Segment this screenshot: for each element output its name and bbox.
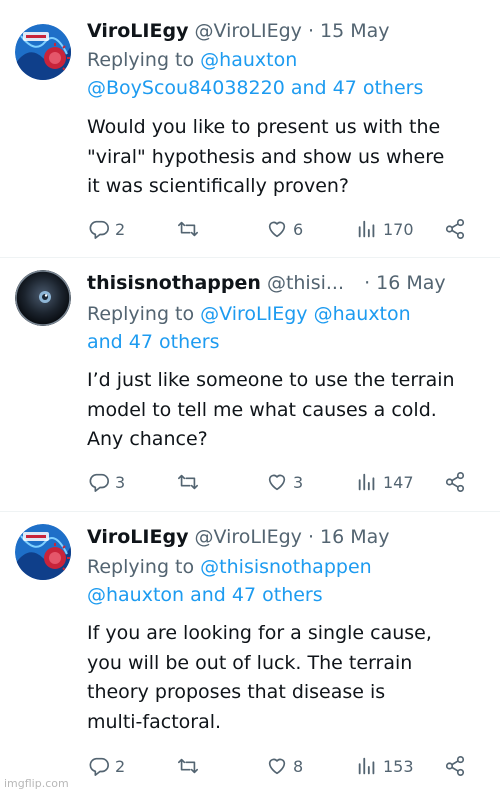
reply-icon [89, 757, 109, 776]
tweet-text-line: Would you like to present us with the [87, 116, 441, 138]
tweet-text-line: it was scientifically proven? [87, 175, 350, 197]
like-button[interactable]: 3 [266, 469, 303, 495]
share-button[interactable] [444, 753, 466, 779]
replying-prefix: Replying to [87, 556, 195, 578]
avatar-thisisnothappen[interactable] [15, 270, 71, 326]
tweet-text-line: theory proposes that disease is [87, 681, 386, 703]
reply-count: 2 [115, 756, 126, 776]
tweet-text-line: I’d just like someone to use the terrain [87, 369, 455, 391]
replying-to: Replying to @ViroLIEgy @hauxton and 47 o… [87, 300, 482, 356]
retweet-button[interactable] [176, 753, 205, 779]
tweet-date[interactable]: 15 May [320, 20, 390, 42]
views-count: 147 [383, 472, 414, 492]
share-button[interactable] [444, 216, 466, 242]
tweet-header: ViroLIEgy @ViroLIEgy · 16 May [87, 524, 390, 550]
views-count: 153 [383, 756, 414, 776]
author-handle[interactable]: @ViroLIEgy [195, 20, 302, 42]
tweet-text-line: Any chance? [87, 428, 208, 450]
separator: · [364, 272, 371, 294]
reply-count: 2 [115, 219, 126, 239]
tweet-text-line: If you are looking for a single cause, [87, 622, 432, 644]
like-count: 3 [293, 472, 304, 492]
tweet-text: I’d just like someone to use the terrain… [87, 366, 487, 455]
tweet-text: Would you like to present us with the "v… [87, 113, 487, 202]
mention-link[interactable]: @BoyScou84038220 and 47 others [87, 74, 482, 102]
share-icon [445, 472, 465, 492]
tweet-1[interactable]: ViroLIEgy @ViroLIEgy · 15 May Replying t… [0, 0, 500, 257]
author-name[interactable]: thisisnothappen [87, 272, 261, 294]
retweet-icon [178, 758, 198, 774]
author-handle[interactable]: @ViroLIEgy [195, 526, 302, 548]
tweet-text-line: you will be out of luck. The terrain [87, 651, 413, 674]
separator: · [307, 526, 314, 548]
tweet-header: ViroLIEgy @ViroLIEgy · 15 May [87, 18, 390, 44]
avatar-virolieagy[interactable] [15, 524, 71, 580]
separator: · [307, 20, 314, 42]
tweet-text-line: multi-factoral. [87, 710, 222, 733]
share-icon [445, 756, 465, 776]
imgflip-watermark: imgflip.com [4, 777, 69, 790]
tweet-date[interactable]: 16 May [376, 272, 446, 294]
like-icon [268, 474, 286, 491]
action-bar: 2 6 170 [88, 216, 473, 242]
action-bar: 2 8 153 [88, 753, 473, 779]
mention-link[interactable]: @hauxton [200, 49, 297, 71]
replying-prefix: Replying to [87, 303, 195, 325]
like-count: 6 [293, 219, 304, 239]
replying-to: Replying to @hauxton @BoyScou84038220 an… [87, 46, 482, 102]
action-bar: 3 3 147 [88, 469, 473, 495]
mention-link[interactable]: @thisisnothappen [200, 556, 372, 578]
views-count: 170 [383, 219, 414, 239]
like-icon [268, 221, 286, 238]
replying-prefix: Replying to [87, 49, 195, 71]
share-button[interactable] [444, 469, 466, 495]
author-name[interactable]: ViroLIEgy [87, 526, 188, 548]
retweet-button[interactable] [176, 469, 205, 495]
author-handle[interactable]: @thisi... [267, 272, 344, 294]
views-icon [358, 473, 375, 491]
tweet-2[interactable]: thisisnothappen @thisi... · 16 May Reply… [0, 258, 500, 511]
like-button[interactable]: 6 [266, 216, 303, 242]
reply-count: 3 [115, 472, 126, 492]
views-button[interactable]: 153 [356, 753, 414, 779]
tweet-header: thisisnothappen @thisi... · 16 May [87, 270, 446, 296]
reply-icon [89, 220, 109, 239]
author-name[interactable]: ViroLIEgy [87, 20, 188, 42]
retweet-button[interactable] [176, 216, 205, 242]
views-icon [358, 220, 375, 238]
tweet-3[interactable]: ViroLIEgy @ViroLIEgy · 16 May Replying t… [0, 512, 500, 794]
reply-button[interactable]: 2 [88, 216, 125, 242]
reply-button[interactable]: 3 [88, 469, 125, 495]
reply-icon [89, 473, 109, 492]
like-button[interactable]: 8 [266, 753, 303, 779]
reply-button[interactable]: 2 [88, 753, 125, 779]
retweet-icon [178, 474, 198, 490]
replying-to: Replying to @thisisnothappen @hauxton an… [87, 553, 482, 609]
tweet-date[interactable]: 16 May [320, 526, 390, 548]
like-icon [268, 758, 286, 775]
retweet-icon [178, 221, 198, 237]
like-count: 8 [293, 756, 304, 776]
avatar-virolieagy[interactable] [15, 24, 71, 80]
mention-link[interactable]: @ViroLIEgy @hauxton [200, 303, 411, 325]
views-button[interactable]: 170 [356, 216, 414, 242]
mention-link[interactable]: and 47 others [87, 328, 482, 356]
tweet-text: If you are looking for a single cause, y… [87, 619, 487, 737]
views-icon [358, 757, 375, 775]
mention-link[interactable]: @hauxton and 47 others [87, 581, 482, 609]
views-button[interactable]: 147 [356, 469, 414, 495]
share-icon [445, 219, 465, 239]
tweet-text-line: "viral" hypothesis and show us where [87, 145, 445, 168]
tweet-text-line: model to tell me what causes a cold. [87, 398, 437, 421]
